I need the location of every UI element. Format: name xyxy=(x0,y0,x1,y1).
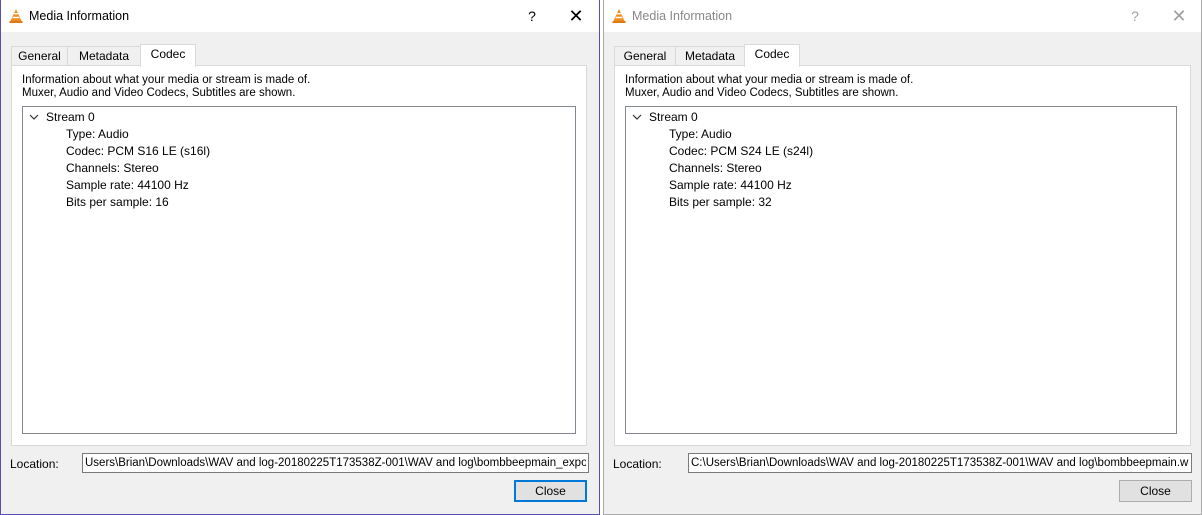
tab-metadata[interactable]: Metadata xyxy=(675,46,745,66)
info-line-1: Information about what your media or str… xyxy=(22,74,311,86)
tree-item-type[interactable]: Type: Audio xyxy=(66,126,129,143)
tree-item-channels[interactable]: Channels: Stereo xyxy=(66,160,159,177)
codec-panel: Information about what your media or str… xyxy=(614,65,1191,446)
info-line-2: Muxer, Audio and Video Codecs, Subtitles… xyxy=(625,87,899,99)
codec-panel: Information about what your media or str… xyxy=(11,65,587,446)
window-title: Media Information xyxy=(632,9,733,23)
media-info-window-left: Media Information ? ✕ General Metadata C… xyxy=(0,0,600,515)
tree-item-sample-rate[interactable]: Sample rate: 44100 Hz xyxy=(66,177,189,194)
tree-item-codec[interactable]: Codec: PCM S24 LE (s24l) xyxy=(669,143,813,160)
window-title: Media Information xyxy=(29,9,130,23)
tree-item-type[interactable]: Type: Audio xyxy=(669,126,732,143)
chevron-down-icon[interactable] xyxy=(629,109,645,126)
help-button[interactable]: ? xyxy=(1119,6,1151,26)
location-field[interactable] xyxy=(688,453,1192,473)
location-label: Location: xyxy=(10,457,59,471)
tab-metadata[interactable]: Metadata xyxy=(67,46,141,66)
tree-item-sample-rate[interactable]: Sample rate: 44100 Hz xyxy=(669,177,792,194)
tab-general[interactable]: General xyxy=(614,46,676,66)
title-bar[interactable]: Media Information ? ✕ xyxy=(1,0,599,32)
tab-codec[interactable]: Codec xyxy=(744,44,800,67)
info-text: Information about what your media or str… xyxy=(625,74,913,100)
location-field[interactable] xyxy=(82,453,589,473)
tree-node-label: Stream 0 xyxy=(649,110,698,124)
tree-item-bits-per-sample[interactable]: Bits per sample: 16 xyxy=(66,194,169,211)
vlc-cone-icon xyxy=(612,9,626,23)
close-window-button[interactable]: ✕ xyxy=(1163,4,1195,28)
chevron-down-icon[interactable] xyxy=(26,109,42,126)
stream-tree[interactable]: Stream 0 Type: Audio Codec: PCM S24 LE (… xyxy=(625,106,1177,434)
vlc-cone-icon xyxy=(9,9,23,23)
media-info-window-right: Media Information ? ✕ General Metadata C… xyxy=(603,0,1202,515)
title-bar[interactable]: Media Information ? ✕ xyxy=(604,0,1201,32)
tree-node-label: Stream 0 xyxy=(46,110,95,124)
info-line-2: Muxer, Audio and Video Codecs, Subtitles… xyxy=(22,87,296,99)
tree-item-channels[interactable]: Channels: Stereo xyxy=(669,160,762,177)
close-button[interactable]: Close xyxy=(514,480,587,502)
tab-codec[interactable]: Codec xyxy=(140,44,196,67)
tree-item-bits-per-sample[interactable]: Bits per sample: 32 xyxy=(669,194,772,211)
info-line-1: Information about what your media or str… xyxy=(625,74,914,86)
tree-item-codec[interactable]: Codec: PCM S16 LE (s16l) xyxy=(66,143,210,160)
stream-tree[interactable]: Stream 0 Type: Audio Codec: PCM S16 LE (… xyxy=(22,106,576,434)
close-button[interactable]: Close xyxy=(1119,480,1192,502)
info-text: Information about what your media or str… xyxy=(22,74,310,100)
close-window-button[interactable]: ✕ xyxy=(560,4,592,28)
help-button[interactable]: ? xyxy=(516,6,548,26)
tab-general[interactable]: General xyxy=(11,46,68,66)
location-label: Location: xyxy=(613,457,662,471)
